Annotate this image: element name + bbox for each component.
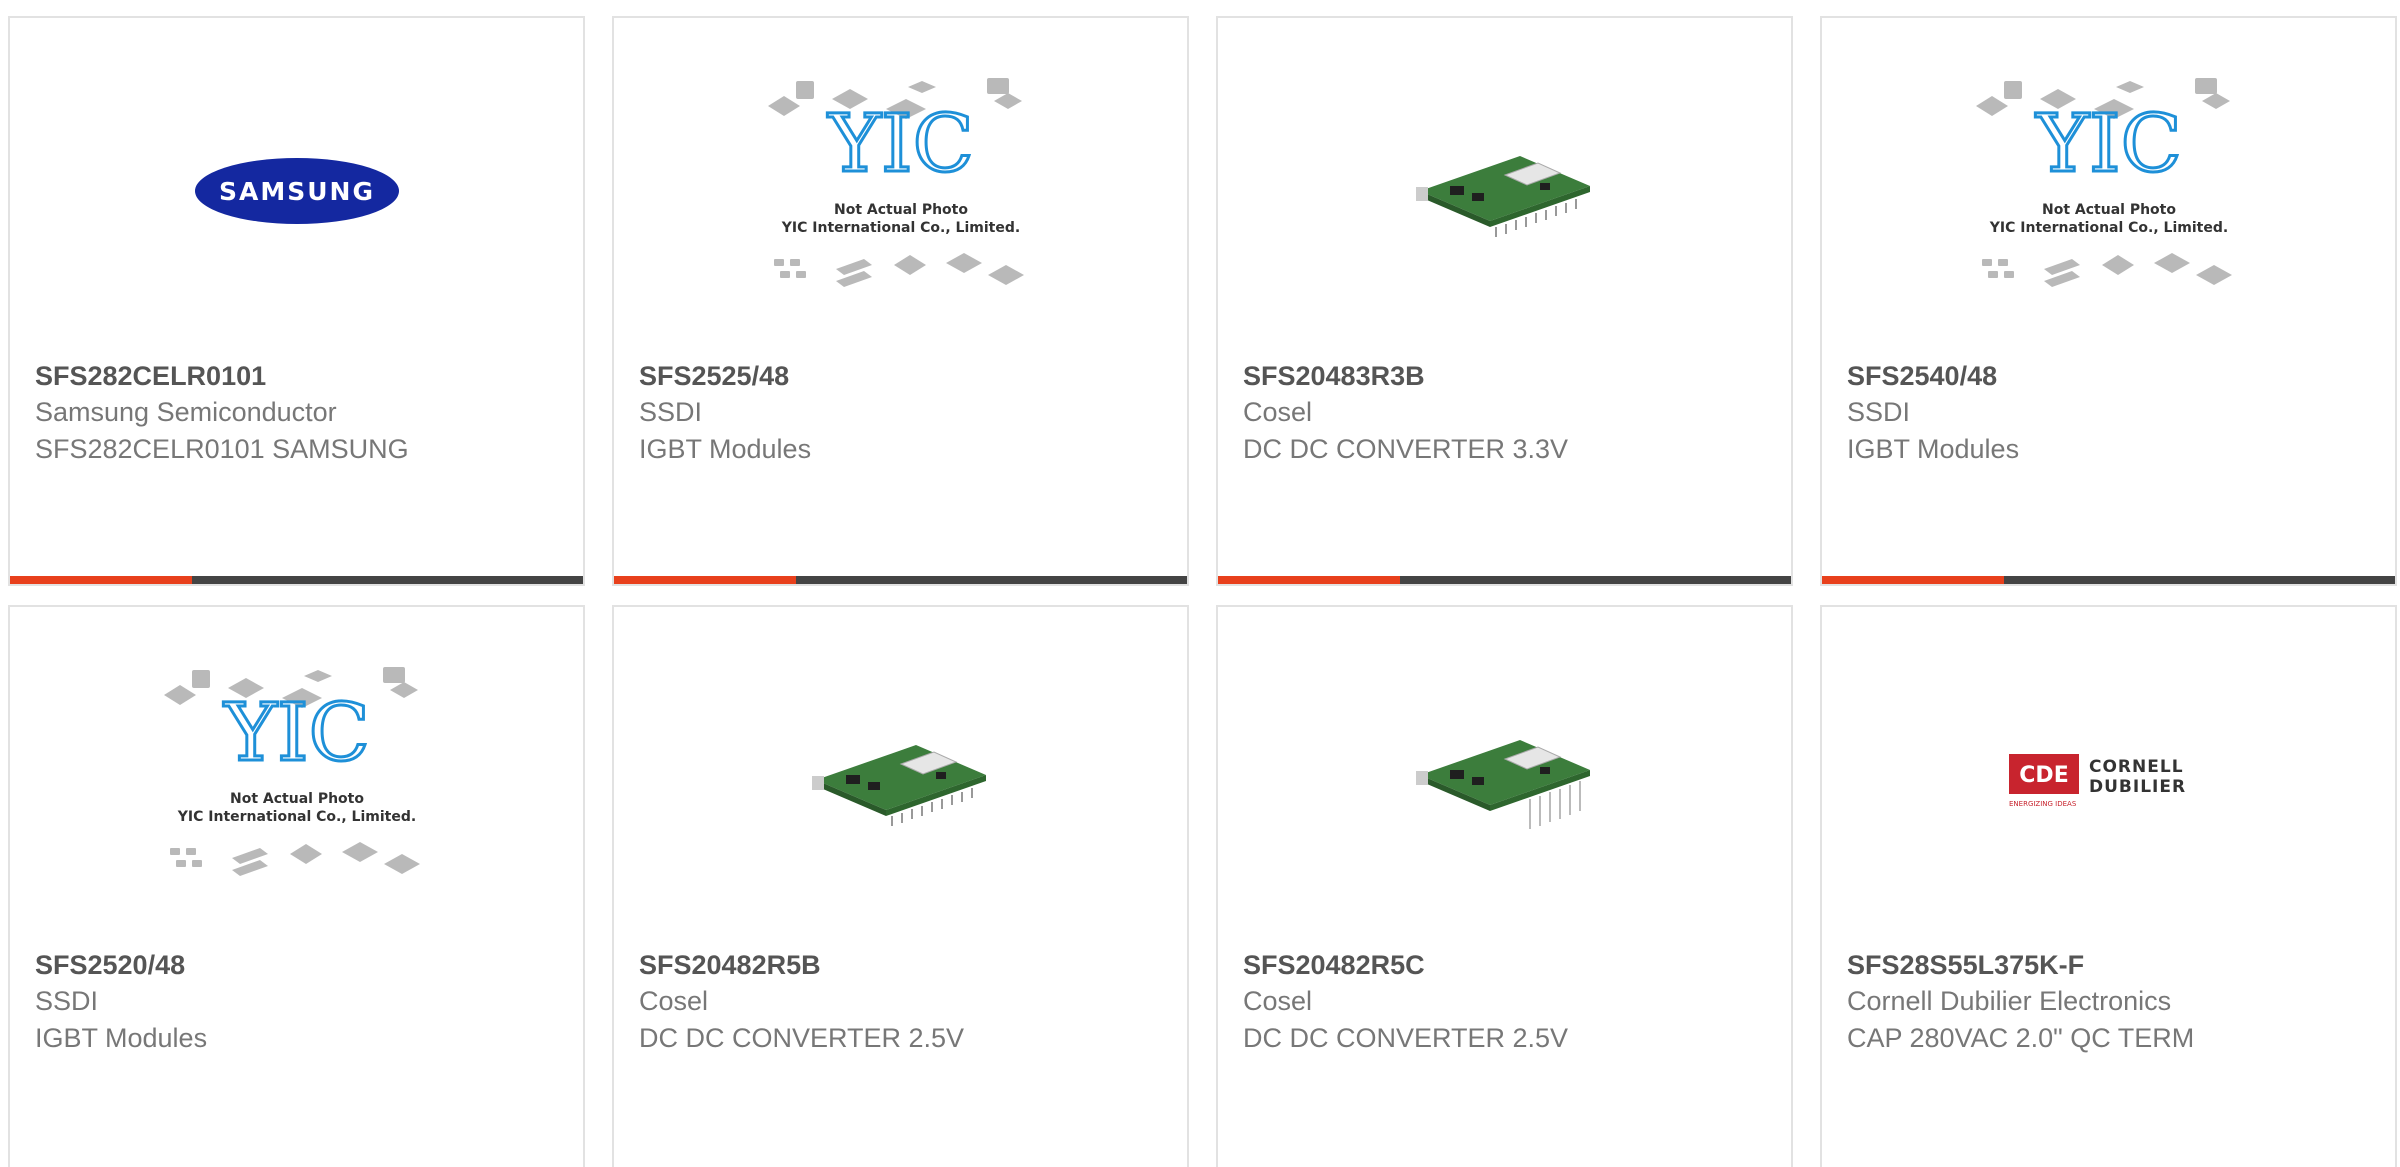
dc-converter-board-image [811, 744, 986, 826]
product-image[interactable]: YIC Not Actual Photo YIC International C… [10, 607, 583, 952]
card-accent-bar [10, 576, 583, 584]
product-image[interactable]: YIC Not Actual Photo YIC International C… [614, 18, 1187, 363]
product-card[interactable]: YIC Not Actual Photo YIC International C… [612, 16, 1189, 586]
svg-text:Not Actual Photo: Not Actual Photo [834, 202, 968, 218]
card-accent-bar [1822, 576, 2395, 584]
svg-text:Not Actual Photo: Not Actual Photo [230, 791, 364, 807]
product-card[interactable]: CDE ENERGIZING IDEAS CORNELL DUBILIER SF… [1820, 605, 2397, 1167]
description: SFS282CELR0101 SAMSUNG [35, 434, 409, 464]
svg-text:YIC International Co., Limited: YIC International Co., Limited. [1988, 220, 2227, 236]
product-image[interactable] [614, 607, 1187, 952]
svg-text:YIC International Co., Limited: YIC International Co., Limited. [176, 809, 415, 825]
svg-text:Not Actual Photo: Not Actual Photo [2042, 202, 2176, 218]
product-card[interactable]: YIC Not Actual Photo YIC International C… [8, 605, 585, 1167]
manufacturer: SSDI [1847, 397, 1911, 427]
manufacturer: Samsung Semiconductor [35, 397, 337, 427]
cornell-dubilier-logo: CDE ENERGIZING IDEAS CORNELL DUBILIER [2008, 753, 2186, 808]
manufacturer: Cosel [1243, 397, 1313, 427]
product-card[interactable]: SFS20483R3B Cosel DC DC CONVERTER 3.3V [1216, 16, 1793, 586]
svg-text:CORNELL: CORNELL [2089, 757, 2184, 777]
svg-text:YIC International Co., Limited: YIC International Co., Limited. [780, 220, 1019, 236]
card-accent-bar [614, 576, 1187, 584]
dc-converter-board-image [1415, 155, 1590, 237]
yic-placeholder-image: YIC Not Actual Photo YIC International C… [163, 666, 420, 876]
description: CAP 280VAC 2.0" QC TERM [1847, 1023, 2195, 1053]
card-accent-bar [1218, 576, 1791, 584]
manufacturer: SSDI [639, 397, 703, 427]
yic-logo-icon: YIC [223, 686, 370, 779]
yic-logo-icon: YIC [2035, 97, 2182, 190]
svg-text:ENERGIZING IDEAS: ENERGIZING IDEAS [2009, 800, 2077, 808]
yic-placeholder-image: YIC Not Actual Photo YIC International C… [767, 77, 1024, 287]
manufacturer: Cosel [639, 986, 709, 1016]
product-card[interactable]: SFS20482R5C Cosel DC DC CONVERTER 2.5V [1216, 605, 1793, 1167]
product-card[interactable]: YIC Not Actual Photo YIC International C… [1820, 16, 2397, 586]
product-image[interactable] [1218, 607, 1791, 952]
product-image[interactable]: SAMSUNG [10, 18, 583, 363]
product-image[interactable]: CDE ENERGIZING IDEAS CORNELL DUBILIER [1822, 607, 2395, 952]
description: IGBT Modules [35, 1023, 208, 1053]
svg-text:CDE: CDE [2019, 763, 2068, 788]
samsung-logo: SAMSUNG [194, 157, 399, 224]
product-image[interactable]: YIC Not Actual Photo YIC International C… [1822, 18, 2395, 363]
product-grid: SAMSUNG SFS282CELR0101 Samsung Semicondu… [0, 0, 2400, 1167]
product-card[interactable]: SAMSUNG SFS282CELR0101 Samsung Semicondu… [8, 16, 585, 586]
part-number-link[interactable]: SFS20483R3B [1243, 358, 1771, 394]
manufacturer: Cosel [1243, 986, 1313, 1016]
part-number-link[interactable]: SFS2520/48 [35, 947, 563, 983]
product-card[interactable]: SFS20482R5B Cosel DC DC CONVERTER 2.5V [612, 605, 1189, 1167]
dc-converter-board-image [1415, 739, 1590, 829]
description: IGBT Modules [1847, 434, 2020, 464]
description: DC DC CONVERTER 2.5V [639, 1023, 965, 1053]
part-number-link[interactable]: SFS20482R5C [1243, 947, 1771, 983]
part-number-link[interactable]: SFS2525/48 [639, 358, 1167, 394]
yic-logo-icon: YIC [827, 97, 974, 190]
svg-text:SAMSUNG: SAMSUNG [219, 177, 375, 206]
part-number-link[interactable]: SFS2540/48 [1847, 358, 2375, 394]
svg-text:DUBILIER: DUBILIER [2089, 777, 2186, 797]
manufacturer: SSDI [35, 986, 99, 1016]
part-number-link[interactable]: SFS282CELR0101 [35, 358, 563, 394]
manufacturer: Cornell Dubilier Electronics [1847, 986, 2172, 1016]
part-number-link[interactable]: SFS28S55L375K-F [1847, 947, 2375, 983]
description: DC DC CONVERTER 3.3V [1243, 434, 1569, 464]
description: DC DC CONVERTER 2.5V [1243, 1023, 1569, 1053]
description: IGBT Modules [639, 434, 812, 464]
yic-placeholder-image: YIC Not Actual Photo YIC International C… [1975, 77, 2232, 287]
product-image[interactable] [1218, 18, 1791, 363]
part-number-link[interactable]: SFS20482R5B [639, 947, 1167, 983]
